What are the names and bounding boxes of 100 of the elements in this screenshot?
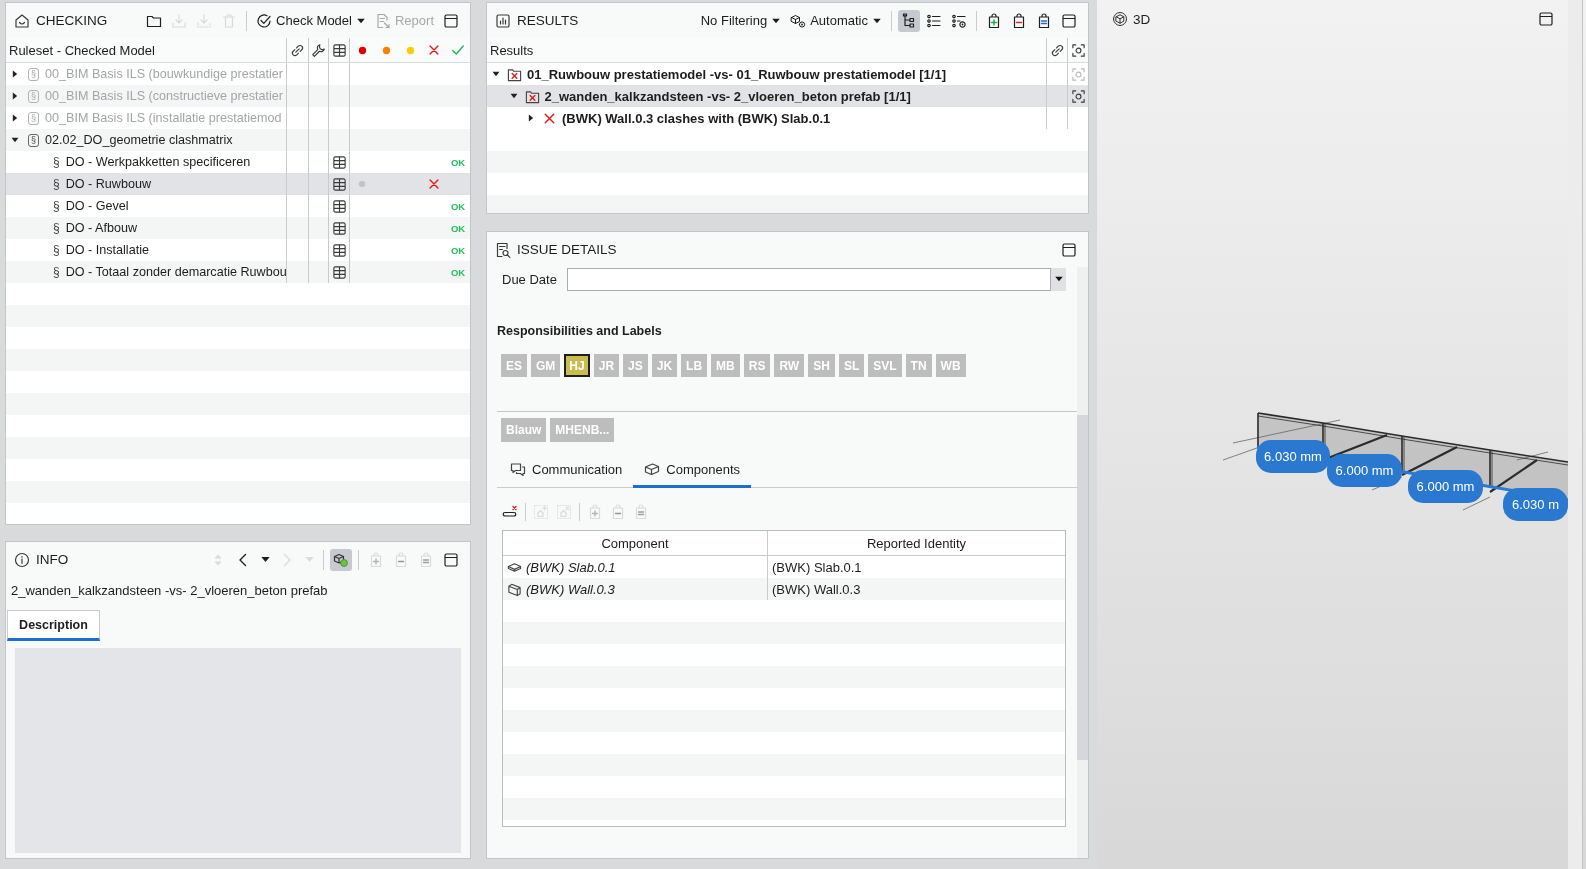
show-in-3d-button[interactable] [330, 548, 352, 571]
list-icon [926, 12, 942, 29]
field-label: Due Date [502, 271, 558, 287]
column-header: Results [489, 41, 535, 60]
status-text: OK [450, 266, 466, 278]
caret-down-icon[interactable] [508, 91, 519, 101]
filter-dropdown[interactable]: No Filtering [697, 11, 785, 30]
result-name: 2_wanden_kalkzandsteen -vs- 2_vloeren_beton prefab [1/1] [544, 88, 911, 104]
person-tag[interactable]: JS [623, 354, 648, 377]
person-tag[interactable]: JK [651, 354, 678, 377]
person-tag[interactable]: SH [808, 354, 835, 377]
tree-row[interactable]: § DO - Ruwbouw [6, 173, 470, 195]
person-tag[interactable]: RS [743, 354, 771, 377]
window-icon [443, 551, 459, 568]
tree-row[interactable]: § DO - Totaal zonder demarcatie Ruwbou OK [6, 261, 470, 283]
ruleset-name: 00_BIM Basis ILS (installatie prestatiemod [45, 111, 282, 125]
panel-title: ISSUE DETAILS [517, 242, 617, 257]
column-header: Component [503, 531, 768, 555]
tree-view-button[interactable] [898, 9, 920, 32]
dropdown-button[interactable] [1051, 267, 1066, 291]
tree-row[interactable]: § 02.02_DO_geometrie clashmatrix [6, 129, 470, 151]
section-sign: § [53, 177, 60, 191]
dimension-label: 6.000 mm [1327, 454, 1402, 487]
panel-title: RESULTS [517, 13, 579, 28]
dimension-label: 6.030 m [1503, 488, 1568, 521]
link-icon [1049, 42, 1065, 58]
person-tag[interactable]: WB [935, 354, 966, 377]
person-tag[interactable]: GM [531, 354, 561, 377]
link-icon [290, 42, 305, 58]
result-name: 01_Ruwbouw prestatiemodel -vs- 01_Ruwbouw prestatiemodel [1/1] [527, 66, 946, 82]
update-mode-dropdown[interactable]: Automatic [787, 10, 885, 31]
rule-name: DO - Werkpakketten specificeren [65, 155, 251, 169]
result-name: (BWK) Wall.0.3 clashes with (BWK) Slab.0.1 [562, 110, 831, 126]
column-header: Reported Identity [866, 534, 967, 553]
label-tag[interactable]: Blauw [501, 418, 547, 442]
document-arrow-icon [374, 12, 391, 29]
section-heading: Responsibilities and Labels [497, 323, 663, 339]
tree-row[interactable]: § DO - Afbouw OK [6, 217, 470, 239]
list-gear-icon [951, 12, 967, 29]
issue-title: 2_wanden_kalkzandsteen -vs- 2_vloeren_beton prefab [10, 582, 329, 600]
cross-icon [427, 43, 441, 57]
tab[interactable]: Components [633, 454, 752, 488]
person-tag[interactable]: SVL [868, 354, 902, 377]
person-tag[interactable]: RW [774, 354, 805, 377]
rule-name: DO - Afbouw [65, 221, 138, 235]
check-model-button[interactable]: Check Model [253, 10, 369, 31]
tree-icon [901, 12, 917, 29]
bar-chart-icon [495, 12, 511, 29]
panel-title: CHECKING [36, 13, 108, 28]
person-tag[interactable]: ES [501, 354, 527, 377]
date-field[interactable] [567, 267, 1051, 291]
check-circle-icon [256, 12, 273, 29]
table-cell-text: (BWK) Slab.0.1 [771, 558, 863, 577]
person-tag[interactable]: JR [593, 354, 620, 377]
window-icon [1538, 11, 1554, 27]
ruleset-name: 00_BIM Basis ILS (bouwkundige prestatier [45, 67, 283, 81]
box-icon [644, 461, 661, 478]
scrollbar-thumb[interactable] [1077, 415, 1088, 760]
boxed-cross-icon [507, 66, 522, 82]
cube-badge-icon [333, 551, 349, 568]
person-tag[interactable]: MB [711, 354, 740, 377]
table-cell: (BWK) Wall.0.3 [526, 581, 615, 597]
table-icon[interactable] [331, 242, 347, 258]
tab[interactable]: Description [7, 610, 100, 641]
person-tag[interactable]: LB [681, 354, 708, 377]
table-icon[interactable] [331, 198, 347, 214]
caret-right-icon[interactable] [526, 113, 536, 123]
table-icon[interactable] [331, 264, 347, 280]
rule-name: DO - Totaal zonder demarcatie Ruwbou [65, 265, 286, 279]
caret-down-icon [1053, 274, 1064, 284]
section-sign: § [28, 89, 39, 103]
caret-down-icon[interactable] [10, 135, 20, 145]
document-search-icon [495, 241, 511, 258]
section-sign: § [53, 221, 60, 235]
rule-name: DO - Ruwbouw [65, 177, 152, 191]
person-tag[interactable]: SL [838, 354, 865, 377]
status-text: OK [450, 244, 466, 256]
status-text: OK [450, 156, 466, 168]
rule-name: DO - Gevel [65, 199, 129, 213]
section-sign: § [53, 243, 60, 257]
focus-icon[interactable] [1070, 88, 1086, 104]
info-icon [14, 551, 30, 568]
panel-title: 3D [1133, 11, 1151, 27]
table-icon[interactable] [331, 176, 347, 192]
wall-icon [507, 581, 522, 597]
person-tag[interactable]: HJ [564, 354, 590, 377]
window-icon [443, 12, 459, 29]
section-sign: § [53, 199, 60, 213]
tab[interactable]: Communication [499, 454, 634, 488]
section-sign: § [28, 133, 39, 147]
speech-bubbles-icon [510, 461, 526, 478]
table-icon[interactable] [331, 220, 347, 236]
caret-down-icon[interactable] [491, 69, 501, 79]
boxed-cross-icon [524, 88, 540, 104]
table-icon[interactable] [331, 154, 347, 170]
label-tag[interactable]: MHENB... [550, 418, 615, 442]
person-tag[interactable]: TN [905, 354, 932, 377]
tree-row[interactable]: 2_wanden_kalkzandsteen -vs- 2_vloeren_beton prefab [1/1] [487, 85, 1088, 107]
panel-title: INFO [36, 552, 69, 567]
focus-icon [1070, 42, 1086, 58]
